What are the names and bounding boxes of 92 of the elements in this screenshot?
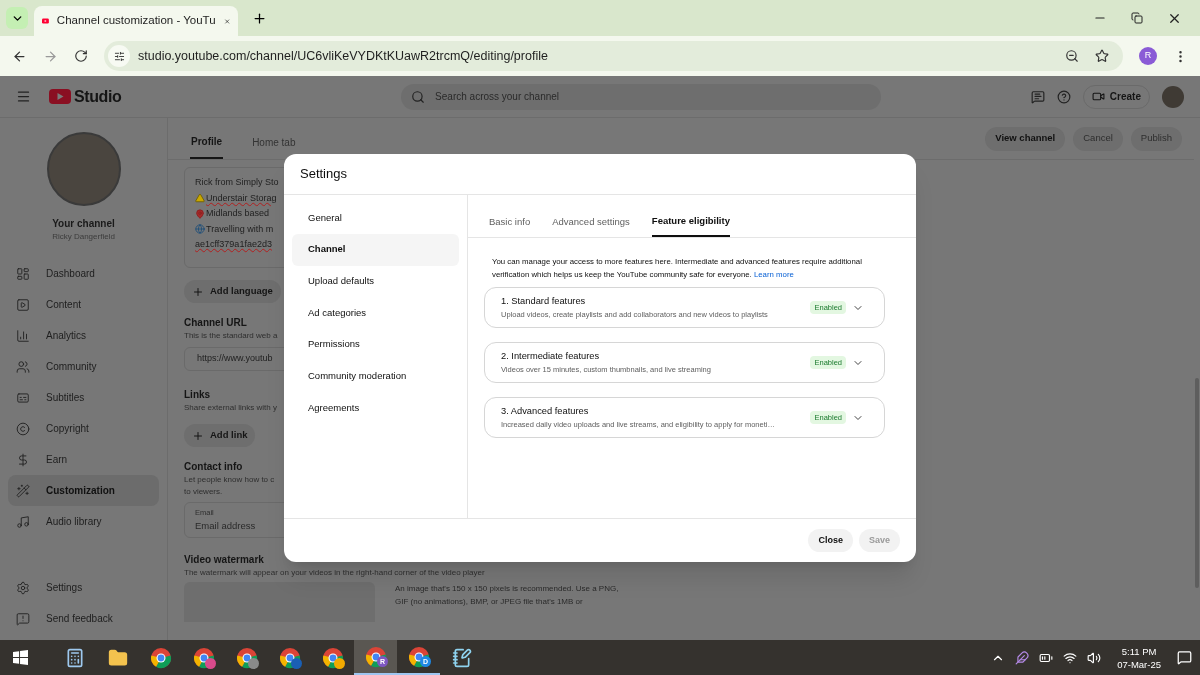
bar-chart-icon: [16, 328, 30, 343]
description-line: Midlands based: [206, 207, 270, 220]
sidebar-item[interactable]: Dashboard: [8, 258, 159, 289]
sidebar-item[interactable]: Earn: [8, 444, 159, 475]
description-line: Rick from Simply Sto: [195, 176, 279, 189]
help-icon[interactable]: [1056, 89, 1071, 104]
url-text: studio.youtube.com/channel/UC6vliKeVYDKtKUawR2trcmQ/editing/profile: [138, 47, 549, 65]
dialog-tab[interactable]: Feature eligibility: [651, 207, 730, 237]
sidebar-item[interactable]: Send feedback: [8, 603, 159, 634]
browser-tab[interactable]: Channel customization - YouTu: [34, 6, 238, 36]
settings-icon: [16, 580, 30, 595]
section-title: Links: [184, 388, 211, 402]
sidebar-item[interactable]: Settings: [8, 572, 159, 603]
play-logo-icon: [42, 16, 49, 26]
feather-icon[interactable]: [1015, 650, 1030, 665]
search-field[interactable]: Search across your channel: [401, 83, 882, 110]
description-line: ae1cff379a1fae2d3: [195, 238, 272, 251]
volume-icon[interactable]: [1087, 650, 1102, 665]
address-field[interactable]: studio.youtube.com/channel/UC6vliKeVYDKtKUawR2trcmQ/editing/profile: [104, 41, 1123, 71]
feedback-icon: [16, 611, 30, 626]
studio-logo-text: Studio: [74, 86, 122, 107]
settings-nav-item[interactable]: Community moderation: [292, 360, 459, 393]
sidebar-item[interactable]: Analytics: [8, 320, 159, 351]
section-title: Channel URL: [184, 316, 247, 330]
dashboard-icon: [16, 266, 30, 281]
section-title: Contact info: [184, 460, 243, 474]
menu-icon[interactable]: [16, 89, 31, 104]
captions-icon: [16, 390, 30, 405]
profile-avatar[interactable]: R: [1139, 47, 1157, 65]
notepad-icon: [451, 647, 472, 668]
feature-title: 1. Standard features: [501, 294, 587, 308]
bookmark-icon[interactable]: [1095, 49, 1109, 63]
feedback-icon[interactable]: [1030, 89, 1045, 104]
forward-icon[interactable]: [43, 48, 58, 64]
sidebar-item[interactable]: Copyright: [8, 413, 159, 444]
dollar-icon: [16, 452, 30, 467]
settings-nav-item[interactable]: Channel: [292, 233, 459, 266]
copyright-icon: [16, 421, 30, 436]
settings-nav-item[interactable]: General: [292, 202, 459, 234]
tab-search-button[interactable]: [6, 7, 28, 29]
play-square-icon: [16, 297, 30, 312]
page-tab[interactable]: Profile: [190, 125, 224, 159]
page-tab[interactable]: Home tab: [251, 125, 297, 159]
tab-title: Channel customization - YouTu: [56, 13, 216, 29]
people-icon: [16, 359, 30, 374]
settings-nav-item[interactable]: Upload defaults: [292, 265, 459, 298]
notification-icon[interactable]: [1177, 650, 1192, 665]
sliders-icon: [113, 50, 125, 62]
settings-nav-item[interactable]: Ad categories: [292, 296, 459, 329]
back-icon[interactable]: [12, 48, 27, 64]
windows-logo-icon[interactable]: [13, 650, 28, 665]
pin-icon: [195, 208, 205, 219]
sidebar-item[interactable]: Audio library: [8, 506, 159, 537]
page-button[interactable]: View channel: [985, 126, 1066, 151]
chrome-icon: [149, 646, 172, 669]
new-tab-icon[interactable]: [252, 10, 267, 26]
feature-title: 3. Advanced features: [501, 404, 590, 418]
settings-nav-item[interactable]: Agreements: [292, 391, 459, 424]
folder-icon: [107, 647, 128, 668]
description-line: Travelling with m: [206, 222, 274, 236]
dialog-title: Settings: [300, 165, 347, 184]
play-logo-icon: [49, 89, 71, 104]
add-link-button[interactable]: Add link: [184, 424, 256, 447]
channel-title: Your channel: [52, 217, 115, 231]
dialog-tab[interactable]: Basic info: [489, 207, 531, 237]
sidebar-item[interactable]: Community: [8, 351, 159, 382]
section-description: Let people know how to c: [184, 474, 275, 486]
dialog-button[interactable]: Close: [808, 529, 853, 552]
avatar-placeholder[interactable]: [1162, 85, 1184, 108]
section-title: Video watermark: [184, 553, 264, 567]
settings-nav-item[interactable]: Permissions: [292, 328, 459, 361]
feature-title: 2. Intermediate features: [501, 349, 601, 363]
sidebar-item[interactable]: Customization: [8, 475, 159, 506]
description-line: Understair Storag: [206, 191, 277, 205]
music-note-icon: [16, 514, 30, 529]
sidebar-item[interactable]: Subtitles: [8, 382, 159, 413]
plus-icon: [192, 285, 204, 298]
sidebar-item[interactable]: Content: [8, 289, 159, 320]
plus-icon: [192, 429, 204, 442]
dialog-tab[interactable]: Advanced settings: [552, 207, 630, 237]
site-info-button[interactable]: [108, 45, 130, 67]
clock[interactable]: 5:11 PM 07-Mar-25: [1117, 644, 1161, 671]
globe-icon: [195, 224, 205, 235]
triangle-ruler-icon: [195, 193, 205, 204]
magic-wand-icon: [16, 483, 30, 498]
add-language-button[interactable]: Add language: [184, 280, 281, 303]
search-icon: [411, 89, 426, 104]
wifi-icon[interactable]: [1063, 650, 1078, 665]
video-camera-icon: [1091, 90, 1105, 103]
zoom-icon[interactable]: [1065, 49, 1079, 63]
reload-icon[interactable]: [74, 49, 88, 63]
restore-icon[interactable]: [1131, 12, 1143, 24]
